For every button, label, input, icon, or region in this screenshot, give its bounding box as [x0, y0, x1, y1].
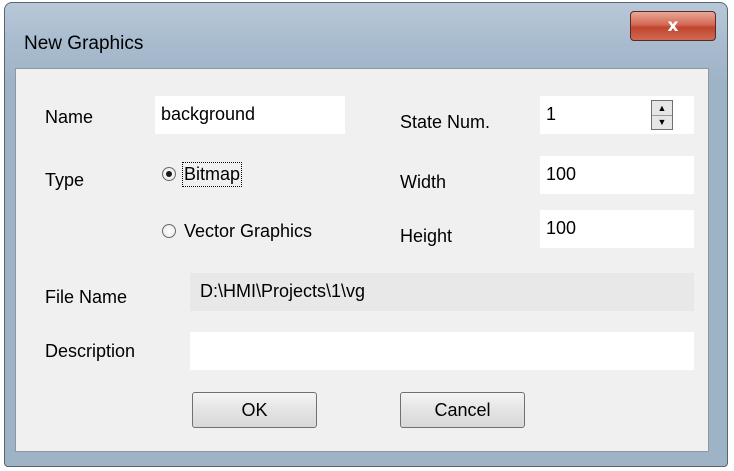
radio-bitmap-label[interactable]: Bitmap	[181, 162, 243, 187]
radio-selected-dot	[166, 171, 172, 177]
type-label: Type	[45, 170, 85, 190]
file-name-field: D:\HMI\Projects\1\vg	[190, 273, 694, 311]
cancel-button[interactable]: Cancel	[400, 392, 525, 428]
description-label: Description	[45, 341, 136, 361]
height-field[interactable]: 100	[540, 210, 694, 248]
radio-vector-graphics[interactable]	[162, 224, 176, 238]
state-num-label: State Num.	[400, 112, 491, 132]
height-label: Height	[400, 226, 453, 246]
width-label: Width	[400, 172, 447, 192]
name-label: Name	[45, 107, 94, 127]
width-field[interactable]: 100	[540, 156, 694, 194]
description-field[interactable]	[190, 332, 694, 370]
close-button[interactable]: x	[630, 11, 716, 41]
file-name-label: File Name	[45, 287, 128, 307]
ok-button[interactable]: OK	[192, 392, 317, 428]
name-field[interactable]: background	[155, 96, 345, 134]
spin-down-icon[interactable]: ▼	[652, 115, 672, 129]
radio-bitmap[interactable]	[162, 167, 176, 181]
spin-up-icon[interactable]: ▲	[652, 101, 672, 116]
dialog-title: New Graphics	[24, 33, 144, 54]
close-icon: x	[667, 16, 679, 36]
state-num-spinner[interactable]: ▲ ▼	[651, 100, 673, 130]
radio-vector-graphics-label[interactable]: Vector Graphics	[184, 221, 312, 242]
